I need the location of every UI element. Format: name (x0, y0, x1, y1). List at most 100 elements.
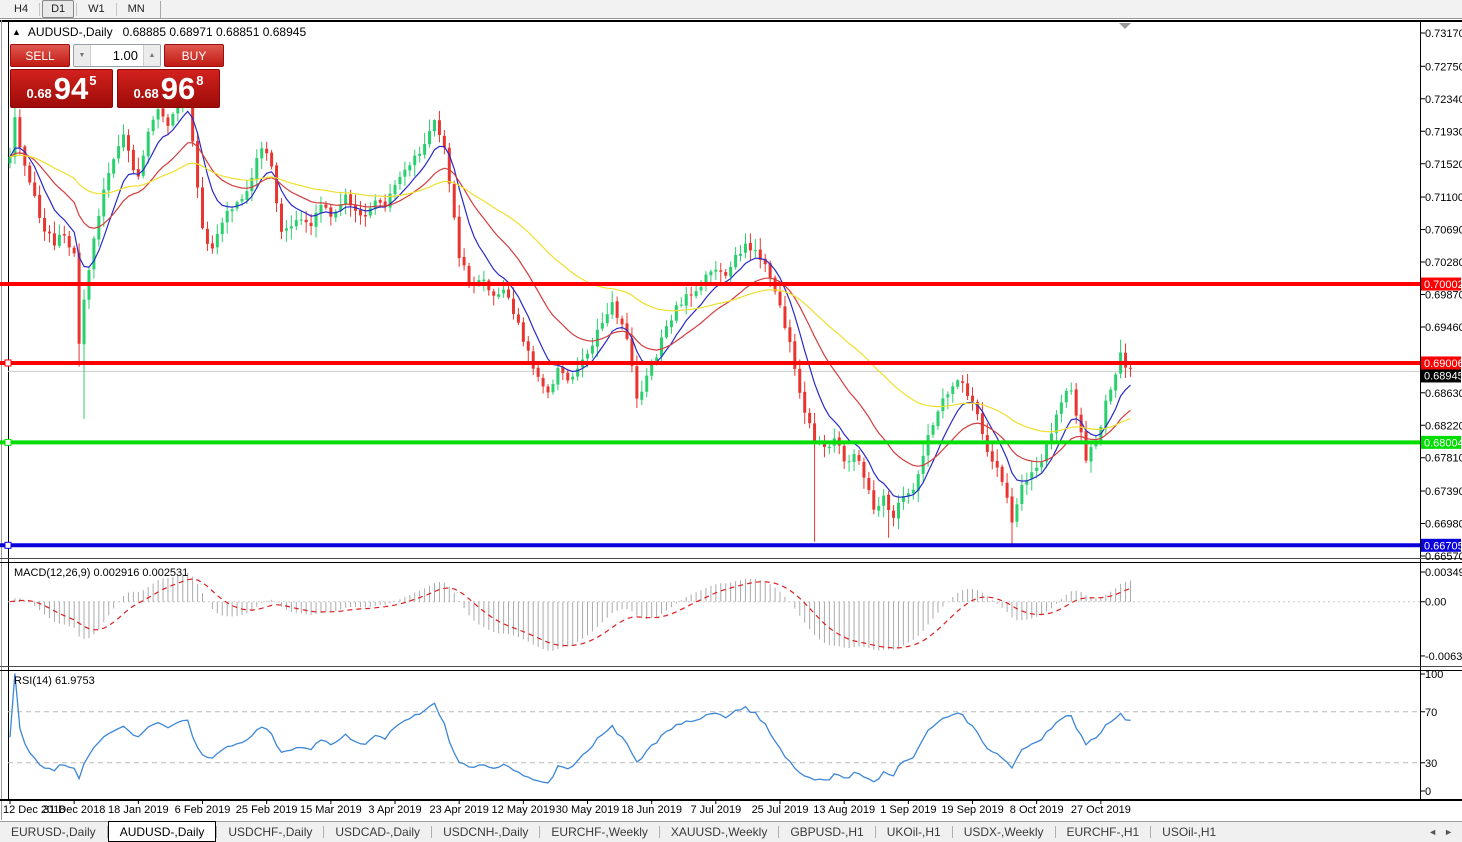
buy-price-pip: 8 (196, 73, 203, 88)
date-label: 27 Oct 2019 (1071, 804, 1131, 816)
toolbar-separator (76, 3, 77, 16)
svg-text:0.67810: 0.67810 (1425, 453, 1462, 465)
timeframe-MN[interactable]: MN (119, 0, 154, 18)
volume-input[interactable] (91, 45, 143, 66)
timeframe-D1[interactable]: D1 (42, 0, 74, 18)
tab-usoil-h1[interactable]: USOil-,H1 (1151, 822, 1227, 842)
current-price-label: 0.68945 (1421, 369, 1462, 382)
date-label: 19 Sep 2019 (941, 804, 1003, 816)
date-label: 25 Jul 2019 (752, 804, 809, 816)
date-label: 25 Feb 2019 (236, 804, 298, 816)
tab-eurchf-h1[interactable]: EURCHF-,H1 (1056, 822, 1151, 842)
macd-pane: 0.003490.00-0.00637 (8, 567, 1462, 663)
svg-text:0.71520: 0.71520 (1425, 159, 1462, 171)
sell-price-big: 94 (54, 74, 88, 104)
tab-scroll-arrows: ◄► (1428, 822, 1462, 842)
svg-text:0.69006: 0.69006 (1424, 358, 1462, 370)
tabs-scroll-right-icon[interactable]: ► (1444, 827, 1453, 837)
one-click-trading-panel: SELL ▼ ▲ BUY 0.68 94 5 0.68 96 8 (10, 44, 224, 108)
date-label: 12 May 2019 (492, 804, 556, 816)
date-label: 8 Oct 2019 (1010, 804, 1064, 816)
tab-xauusd-weekly[interactable]: XAUUSD-,Weekly (660, 822, 778, 842)
timeframe-W1[interactable]: W1 (79, 0, 114, 18)
tab-usdcad-daily[interactable]: USDCAD-,Daily (324, 822, 431, 842)
date-label: 30 May 2019 (556, 804, 620, 816)
svg-text:0.68630: 0.68630 (1425, 388, 1462, 400)
symbol-period-label: AUDUSD-,Daily (28, 25, 113, 39)
svg-text:0.68004: 0.68004 (1424, 437, 1462, 449)
timeframe-H4[interactable]: H4 (5, 0, 37, 18)
price-axis: 0.73170 0.72750 0.72340 0.71930 0.71520 0.711… (1420, 28, 1462, 563)
toolbar-separator (116, 3, 117, 16)
svg-text:0.66570: 0.66570 (1425, 551, 1462, 563)
rsi-pane: 100 70 30 0 (8, 669, 1443, 798)
mt-terminal: { "toolbar": { "timeframes": ["H4","D1",… (0, 0, 1462, 842)
date-label: 6 Feb 2019 (175, 804, 231, 816)
svg-text:0.67390: 0.67390 (1425, 486, 1462, 498)
svg-text:70: 70 (1425, 707, 1437, 719)
horizontal-lines[interactable]: 0.700020.690060.680040.66705 (0, 278, 1462, 553)
ohlc-values: 0.68885 0.68971 0.68851 0.68945 (123, 25, 307, 39)
one-click-panel-toggle-icon[interactable]: ▲ (12, 27, 21, 37)
svg-text:100: 100 (1425, 669, 1443, 681)
svg-text:0.71930: 0.71930 (1425, 126, 1462, 138)
tab-gbpusd-h1[interactable]: GBPUSD-,H1 (779, 822, 874, 842)
svg-text:0.66980: 0.66980 (1425, 519, 1462, 531)
svg-text:0.73170: 0.73170 (1425, 28, 1462, 40)
window-frames (0, 20, 1462, 820)
ma-mid-line (10, 143, 1131, 467)
svg-text:0.72750: 0.72750 (1425, 61, 1462, 73)
rsi-line (10, 674, 1131, 783)
buy-price-big: 96 (161, 74, 195, 104)
rsi-indicator-label: RSI(14) 61.9753 (14, 675, 95, 687)
buy-button[interactable]: BUY (164, 44, 224, 67)
tab-usdchf-daily[interactable]: USDCHF-,Daily (217, 822, 323, 842)
toolbar-separator (39, 3, 40, 16)
symbol-tabbar: EURUSD-,DailyAUDUSD-,DailyUSDCHF-,DailyU… (0, 821, 1462, 842)
sell-price-fraction: 0.68 (26, 86, 51, 101)
sell-button[interactable]: SELL (10, 44, 70, 67)
tab-ukoil-h1[interactable]: UKOil-,H1 (876, 822, 952, 842)
macd-indicator-label: MACD(12,26,9) 0.002916 0.002531 (14, 567, 188, 579)
svg-text:0: 0 (1425, 786, 1431, 798)
tab-eurchf-weekly[interactable]: EURCHF-,Weekly (540, 822, 658, 842)
toolbar-group-separator (160, 1, 161, 18)
date-label: 23 Apr 2019 (430, 804, 489, 816)
hline-handle (5, 439, 11, 445)
date-label: 18 Jun 2019 (621, 804, 682, 816)
svg-text:0.68945: 0.68945 (1424, 370, 1462, 382)
volume-spinner: ▼ ▲ (73, 44, 161, 67)
tab-usdx-weekly[interactable]: USDX-,Weekly (953, 822, 1055, 842)
volume-decrease-icon[interactable]: ▼ (74, 45, 91, 66)
tab-eurusd-daily[interactable]: EURUSD-,Daily (0, 822, 107, 842)
tab-usdcnh-daily[interactable]: USDCNH-,Daily (432, 822, 539, 842)
tabs-scroll-left-icon[interactable]: ◄ (1428, 827, 1437, 837)
svg-text:0.70690: 0.70690 (1425, 225, 1462, 237)
date-axis[interactable]: 12 Dec 201831 Dec 201818 Jan 20196 Feb 2… (3, 799, 1131, 816)
window-collapse-icon (1119, 23, 1131, 29)
chart-title: ▲ AUDUSD-,Daily 0.68885 0.68971 0.68851 0.… (12, 25, 306, 39)
buy-price-box[interactable]: 0.68 96 8 (117, 69, 220, 108)
candles (9, 88, 1132, 548)
svg-text:-0.00637: -0.00637 (1425, 651, 1462, 663)
hline-handle (5, 542, 11, 548)
date-label: 3 Apr 2019 (368, 804, 421, 816)
svg-text:0.72340: 0.72340 (1425, 94, 1462, 106)
svg-text:0.00: 0.00 (1425, 597, 1446, 609)
svg-text:0.66705: 0.66705 (1424, 540, 1462, 552)
date-label: 13 Aug 2019 (813, 804, 875, 816)
svg-text:0.71100: 0.71100 (1425, 192, 1462, 204)
tab-audusd-daily[interactable]: AUDUSD-,Daily (108, 821, 217, 842)
svg-text:30: 30 (1425, 758, 1437, 770)
svg-text:0.69870: 0.69870 (1425, 290, 1462, 302)
sell-price-pip: 5 (89, 73, 96, 88)
hline-handle (5, 360, 11, 366)
chart-canvas: 0.73170 0.72750 0.72340 0.71930 0.71520 0.711… (0, 0, 1462, 842)
svg-text:0.68220: 0.68220 (1425, 420, 1462, 432)
volume-increase-icon[interactable]: ▲ (143, 45, 160, 66)
date-label: 15 Mar 2019 (300, 804, 362, 816)
sell-price-box[interactable]: 0.68 94 5 (10, 69, 113, 108)
date-label: 31 Dec 2018 (43, 804, 105, 816)
date-label: 7 Jul 2019 (690, 804, 741, 816)
timeframe-toolbar: H4 D1 W1 MN (0, 0, 1462, 19)
